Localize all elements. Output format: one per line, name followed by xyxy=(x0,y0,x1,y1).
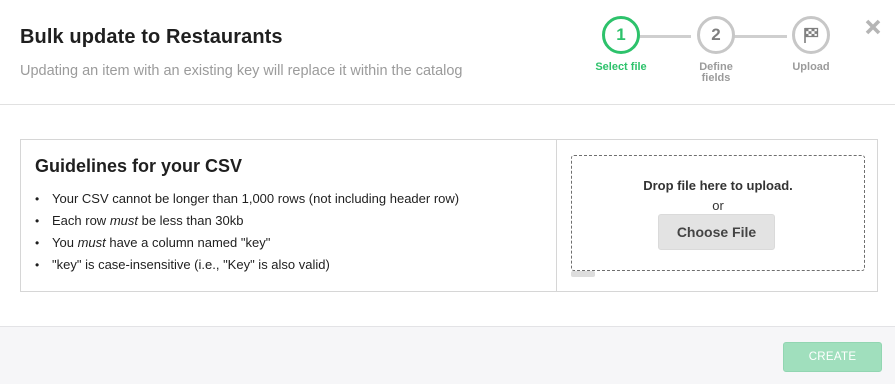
step-number-circle: 2 xyxy=(697,16,735,54)
create-button[interactable]: CREATE xyxy=(783,342,882,372)
dropzone-or: or xyxy=(712,198,724,213)
resize-handle xyxy=(571,271,595,277)
step-select-file: 1 Select file xyxy=(581,16,661,73)
csv-guidelines: Guidelines for your CSV Your CSV cannot … xyxy=(21,140,557,291)
upload-panel: Guidelines for your CSV Your CSV cannot … xyxy=(20,139,878,292)
step-label: Upload xyxy=(792,61,830,73)
modal-subtitle: Updating an item with an existing key wi… xyxy=(20,63,463,79)
choose-file-button[interactable]: Choose File xyxy=(658,214,775,250)
guideline-item: "key" is case-insensitive (i.e., "Key" i… xyxy=(35,256,459,278)
guideline-item: Your CSV cannot be longer than 1,000 row… xyxy=(35,190,459,212)
progress-stepper: 1 Select file 2 Define fields Upload xyxy=(590,16,850,96)
modal-title: Bulk update to Restaurants xyxy=(20,26,283,48)
flag-icon xyxy=(804,27,819,43)
guidelines-list: Your CSV cannot be longer than 1,000 row… xyxy=(35,190,459,278)
dropzone-text: Drop file here to upload. xyxy=(643,178,793,193)
step-upload: Upload xyxy=(771,16,851,73)
file-dropzone[interactable]: Drop file here to upload. or Choose File xyxy=(571,155,865,271)
modal-footer: CREATE xyxy=(0,326,895,384)
step-define-fields: 2 Define fields xyxy=(676,16,756,84)
step-icon-circle xyxy=(792,16,830,54)
step-label: Select file xyxy=(595,61,647,73)
step-number-circle: 1 xyxy=(602,16,640,54)
step-label: Define fields xyxy=(699,61,733,84)
modal-header: Bulk update to Restaurants Updating an i… xyxy=(0,0,895,105)
guidelines-title: Guidelines for your CSV xyxy=(35,156,243,176)
close-icon[interactable] xyxy=(864,18,882,36)
guideline-item: You must have a column named "key" xyxy=(35,234,459,256)
guideline-item: Each row must be less than 30kb xyxy=(35,212,459,234)
